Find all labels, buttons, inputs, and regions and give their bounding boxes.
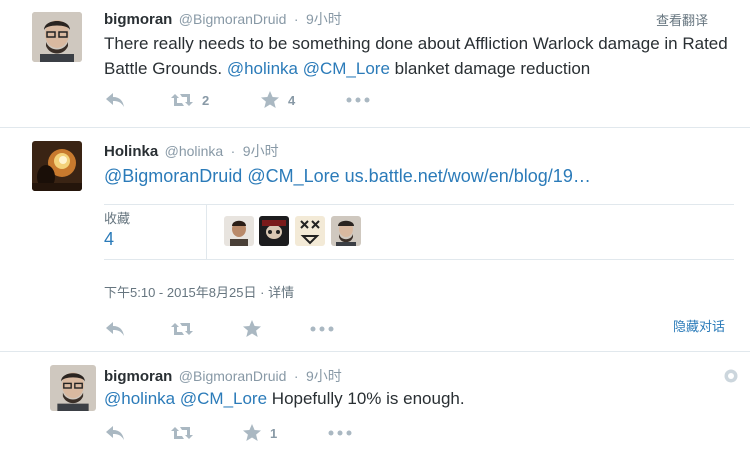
user-handle[interactable]: @BigmoranDruid [179,11,287,27]
favorite-count: 1 [270,425,278,441]
tweet-text: There really needs to be something done … [104,31,734,81]
more-icon [310,326,334,332]
tweet-3: bigmoran @BigmoranDruid · 9小时 @holinka @… [0,352,750,454]
reply-icon [104,320,126,338]
avatar[interactable] [50,365,96,411]
star-icon [242,319,262,339]
details-link[interactable]: 详情 [268,285,294,300]
favoriter-avatar[interactable] [224,216,254,246]
retweet-icon [170,424,194,442]
display-name[interactable]: Holinka [104,143,158,160]
more-button[interactable] [328,422,352,444]
view-translation-link[interactable]: 查看翻译 [656,10,708,29]
divider [104,259,734,260]
mention-link[interactable]: @CM_Lore [180,389,267,408]
retweet-count: 2 [202,92,210,108]
separator-dot: · [293,368,299,384]
reply-icon [104,424,126,442]
avatar[interactable] [32,12,82,62]
retweet-icon [170,320,194,338]
favoriter-avatar[interactable] [259,216,289,246]
more-button[interactable] [310,318,334,340]
mention-link[interactable]: @BigmoranDruid [104,166,242,186]
favorite-button[interactable] [242,318,262,340]
separator-dot: · [293,11,299,27]
favorites-stat[interactable]: 收藏 4 [104,208,130,250]
tweet-header: bigmoran @BigmoranDruid · 9小时 [104,366,342,386]
divider [104,204,734,205]
favoriter-avatar[interactable] [295,216,325,246]
url-link[interactable]: us.battle.net/wow/en/blog/19… [345,166,591,186]
favorites-label: 收藏 [104,211,131,226]
retweet-button[interactable] [170,318,194,340]
date-text[interactable]: 下午5:10 - 2015年8月25日 [104,285,256,300]
retweet-icon [170,91,194,109]
tweet-1: bigmoran @BigmoranDruid · 9小时 查看翻译 There… [0,0,750,127]
display-name[interactable]: bigmoran [104,11,172,28]
star-icon [260,90,280,110]
mention-link[interactable]: @holinka [227,59,298,78]
favorite-count: 4 [288,92,296,108]
favorite-button[interactable]: 4 [260,89,295,111]
mention-link[interactable]: @CM_Lore [247,166,339,186]
reply-button[interactable] [104,422,126,444]
reply-button[interactable] [104,89,126,111]
timestamp[interactable]: 9小时 [243,143,279,159]
reply-button[interactable] [104,318,126,340]
favorite-button[interactable]: 1 [242,422,277,444]
favoriter-avatar[interactable] [331,216,361,246]
retweet-button[interactable]: 2 [170,89,209,111]
tweet-date: 下午5:10 - 2015年8月25日 · 详情 [104,282,294,301]
retweet-button[interactable] [170,422,194,444]
display-name[interactable]: bigmoran [104,368,172,385]
tweet-text-body: blanket damage reduction [389,59,591,78]
tweet-text-body: Hopefully 10% is enough. [267,389,465,408]
mention-link[interactable]: @CM_Lore [303,59,390,78]
stat-divider [206,205,207,259]
timestamp[interactable]: 9小时 [306,11,342,27]
more-icon [346,97,370,103]
tweet-header: Holinka @holinka · 9小时 [104,141,279,161]
tweet-text: @holinka @CM_Lore Hopefully 10% is enoug… [104,386,734,411]
star-icon [242,423,262,443]
mention-link[interactable]: @holinka [104,389,175,408]
favorites-count: 4 [104,229,115,249]
separator-dot: · [230,143,236,159]
timestamp[interactable]: 9小时 [306,368,342,384]
tweet-2: Holinka @holinka · 9小时 @BigmoranDruid @C… [0,128,750,351]
user-handle[interactable]: @BigmoranDruid [179,368,287,384]
avatar[interactable] [32,141,82,191]
reply-icon [104,91,126,109]
tweet-header: bigmoran @BigmoranDruid · 9小时 [104,9,342,29]
more-icon [328,430,352,436]
user-handle[interactable]: @holinka [165,143,224,159]
tweet-text: @BigmoranDruid @CM_Lore us.battle.net/wo… [104,164,734,189]
hide-conversation-link[interactable]: 隐藏对话 [673,316,725,335]
separator-dot: · [260,285,265,300]
gear-icon[interactable] [723,368,739,384]
more-button[interactable] [346,89,370,111]
